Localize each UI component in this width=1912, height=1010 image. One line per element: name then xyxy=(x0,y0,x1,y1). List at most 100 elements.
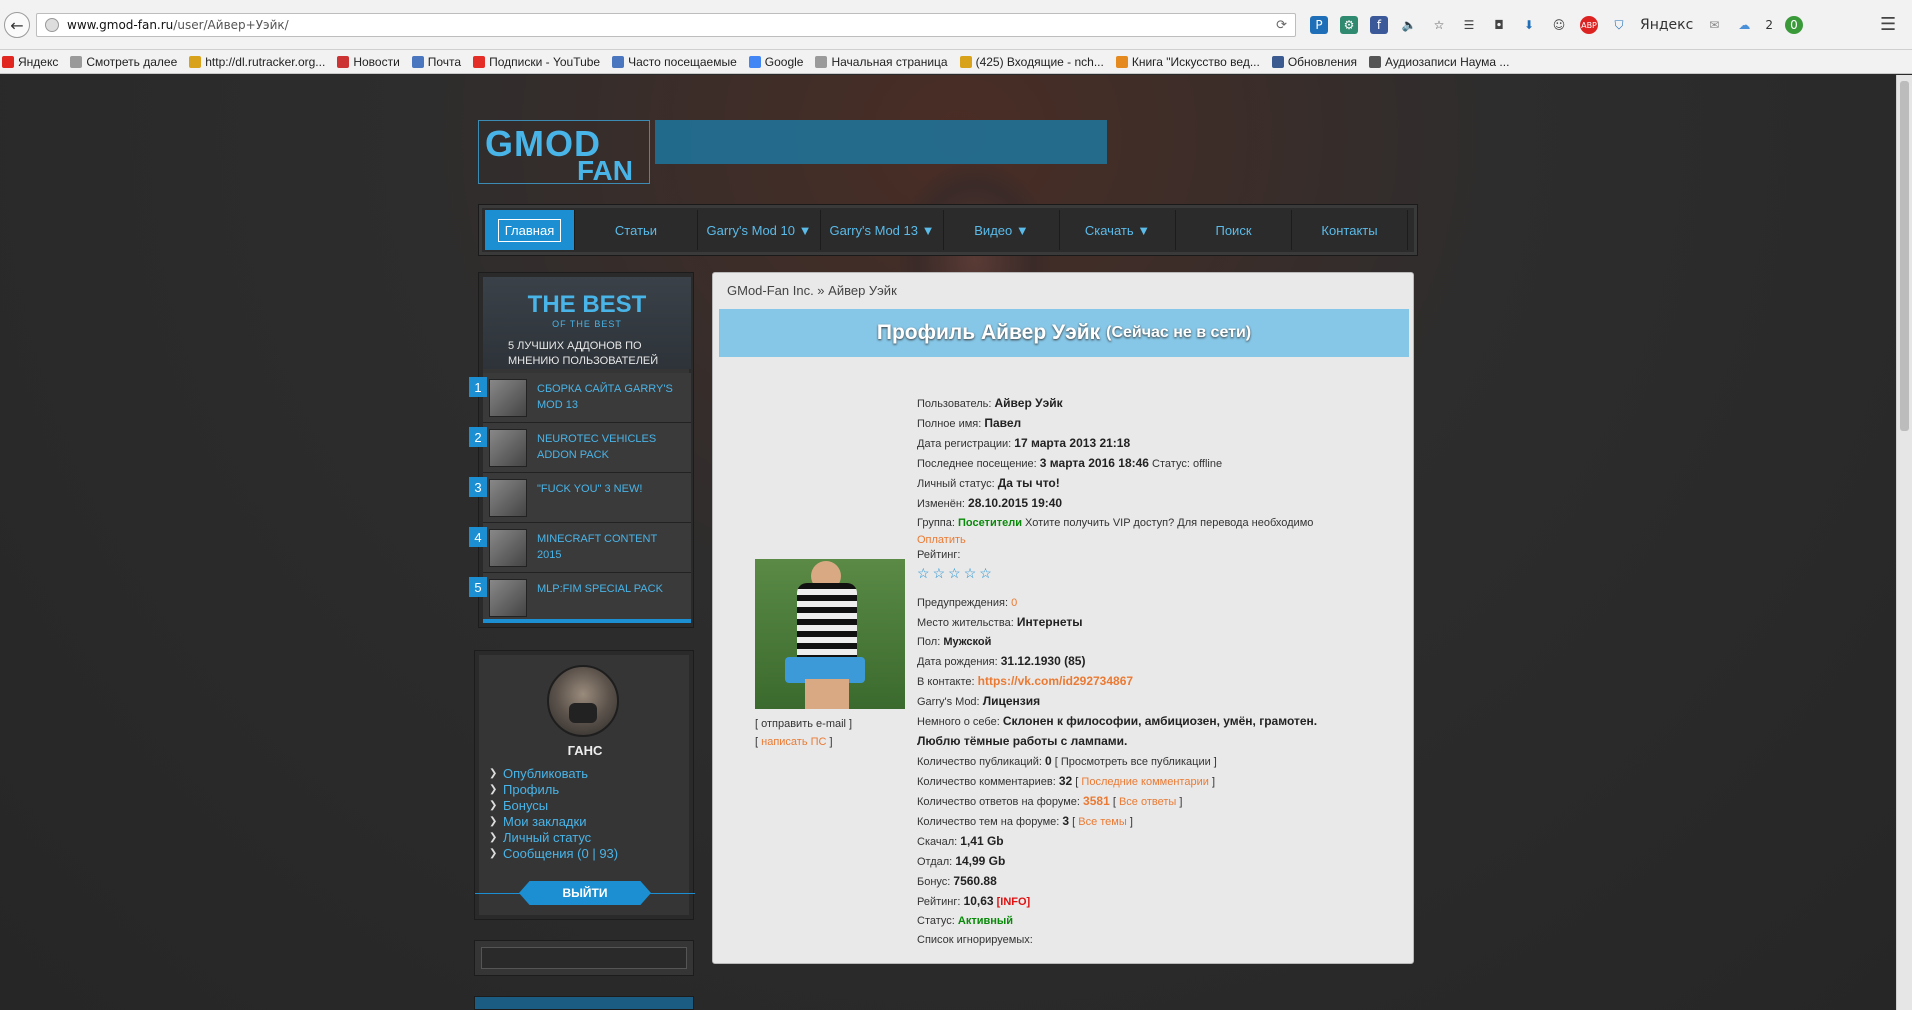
write-pm-link[interactable]: написать ПС xyxy=(761,736,826,748)
user-menu-item[interactable]: ❯ Сообщения (0 | 93) xyxy=(489,845,618,861)
save-icon[interactable]: ◘ xyxy=(1490,16,1508,34)
sidebar-search-input[interactable] xyxy=(481,947,687,969)
profile-photo[interactable] xyxy=(755,559,905,709)
addon-title[interactable]: MLP:FiM Special Pack xyxy=(537,581,682,597)
address-bar[interactable]: www.gmod-fan.ru /user/Айвер+Уэйк/ ⟳ xyxy=(36,13,1296,37)
menu-icon[interactable]: ☰ xyxy=(1880,14,1896,35)
bookmark-item[interactable]: Книга "Искусство вед... xyxy=(1115,55,1260,69)
star-icon[interactable]: ☆ xyxy=(964,565,977,582)
reload-icon[interactable]: ⟳ xyxy=(1276,18,1287,33)
bookmark-item[interactable]: Аудиозаписи Наума ... xyxy=(1368,55,1509,69)
logout-button[interactable]: ВЫЙТИ xyxy=(519,881,651,905)
site-logo[interactable]: GMOD FAN xyxy=(478,120,650,186)
changed-label: Изменён: xyxy=(917,498,965,510)
pay-link[interactable]: Оплатить xyxy=(917,533,1397,548)
addon-title[interactable]: Сборка сайта Garry's Mod 13 xyxy=(537,381,682,413)
star-icon[interactable]: ☆ xyxy=(1430,16,1448,34)
answers-value[interactable]: 3581 xyxy=(1083,794,1110,808)
chat-icon[interactable]: ☺ xyxy=(1550,16,1568,34)
nav-item[interactable]: Скачать ▼ xyxy=(1060,210,1176,250)
bookmark-item[interactable]: (425) Входящие - nch... xyxy=(959,55,1104,69)
back-icon[interactable]: ← xyxy=(4,12,30,38)
comments-link[interactable]: Последние комментарии xyxy=(1081,776,1208,788)
star-icon[interactable]: ☆ xyxy=(933,565,946,582)
reader-icon[interactable]: ☰ xyxy=(1460,16,1478,34)
nav-item[interactable]: Статьи xyxy=(575,210,698,250)
addon-title[interactable]: Neurotec Vehicles Addon Pack xyxy=(537,431,682,463)
status-inline-value: offline xyxy=(1192,458,1223,470)
shield-icon[interactable]: ⛉ xyxy=(1610,16,1628,34)
bookmark-item[interactable]: Обновления xyxy=(1271,55,1357,69)
best-list-item[interactable]: 3 "Fuck You" 3 New! xyxy=(469,473,691,523)
avatar[interactable] xyxy=(547,665,619,737)
mail-icon[interactable]: ✉ xyxy=(1705,16,1723,34)
addon-thumbnail[interactable] xyxy=(489,579,527,617)
birth-label: Дата рождения: xyxy=(917,656,998,668)
bookmark-label: Яндекс xyxy=(18,54,59,69)
topics-bracket-open: [ xyxy=(1072,816,1076,828)
cloud-icon[interactable]: ☁ xyxy=(1735,16,1753,34)
best-list-item[interactable]: 2 Neurotec Vehicles Addon Pack xyxy=(469,423,691,473)
row-uploaded: Отдал: 14,99 Gb xyxy=(917,852,1397,872)
row-rating: Рейтинг: 10,63 [INFO] xyxy=(917,892,1397,912)
user-menu-item[interactable]: ❯ Опубликовать xyxy=(489,765,618,781)
sound-icon[interactable]: 🔈 xyxy=(1400,16,1418,34)
status-icon[interactable]: 0 xyxy=(1784,16,1803,34)
scrollbar-thumb[interactable] xyxy=(1900,81,1909,431)
warn-value[interactable]: 0 xyxy=(1011,597,1017,609)
pocket-icon[interactable]: P xyxy=(1310,16,1328,34)
facebook-icon[interactable]: f xyxy=(1370,16,1388,34)
nav-item[interactable]: Поиск xyxy=(1176,210,1292,250)
user-menu-item[interactable]: ❯ Бонусы xyxy=(489,797,618,813)
best-list-item[interactable]: 4 Minecraft Content 2015 xyxy=(469,523,691,573)
star-icon[interactable]: ☆ xyxy=(948,565,961,582)
star-icon[interactable]: ☆ xyxy=(979,565,992,582)
breadcrumb[interactable]: GMod-Fan Inc. » Айвер Уэйк xyxy=(727,283,897,298)
nav-item[interactable]: Garry's Mod 13 ▼ xyxy=(821,210,944,250)
bookmark-favicon-icon xyxy=(189,55,202,68)
vk-link[interactable]: https://vk.com/id292734867 xyxy=(978,674,1133,688)
best-list-item[interactable]: 5 MLP:FiM Special Pack xyxy=(469,573,691,623)
user-menu-item[interactable]: ❯ Личный статус xyxy=(489,829,618,845)
addon-thumbnail[interactable] xyxy=(489,479,527,517)
bookmark-item[interactable]: Новости xyxy=(337,55,400,69)
pubs-link[interactable]: [ Просмотреть все публикации ] xyxy=(1055,756,1217,768)
addon-thumbnail[interactable] xyxy=(489,379,527,417)
row-user: Пользователь: Айвер Уэйк xyxy=(917,394,1397,414)
send-email-link[interactable]: [ отправить e-mail ] xyxy=(755,715,852,733)
write-pm-bracket-open: [ xyxy=(755,736,759,748)
nav-item[interactable]: Видео ▼ xyxy=(944,210,1060,250)
rating-info-link[interactable]: [INFO] xyxy=(997,896,1031,908)
nav-item[interactable]: Главная xyxy=(485,210,575,250)
answers-link[interactable]: Все ответы xyxy=(1119,796,1176,808)
bookmark-item[interactable]: Начальная страница xyxy=(815,55,948,69)
addon-title[interactable]: Minecraft Content 2015 xyxy=(537,531,682,563)
bookmark-item[interactable]: Часто посещаемые xyxy=(612,55,737,69)
addon-thumbnail[interactable] xyxy=(489,429,527,467)
topics-link[interactable]: Все темы xyxy=(1078,816,1127,828)
bookmark-item[interactable]: Google xyxy=(748,55,803,69)
bookmark-item[interactable]: Почта xyxy=(411,55,461,69)
user-menu-item[interactable]: ❯ Мои закладки xyxy=(489,813,618,829)
addon-thumbnail[interactable] xyxy=(489,529,527,567)
settings-icon[interactable]: ⚙ xyxy=(1340,16,1358,34)
page-scrollbar[interactable] xyxy=(1896,75,1912,1010)
download-icon[interactable]: ⬇ xyxy=(1520,16,1538,34)
yandex-label[interactable]: Яндекс xyxy=(1640,17,1693,33)
personal-value: Да ты что! xyxy=(997,476,1060,490)
bookmark-item[interactable]: Яндекс xyxy=(2,55,58,69)
bookmark-item[interactable]: Подписки - YouTube xyxy=(473,55,600,69)
star-icon[interactable]: ☆ xyxy=(917,565,930,582)
rank-badge: 5 xyxy=(469,577,487,597)
addon-title[interactable]: "Fuck You" 3 New! xyxy=(537,481,682,497)
nav-item[interactable]: Garry's Mod 10 ▼ xyxy=(698,210,821,250)
profile-info: Пользователь: Айвер Уэйк Полное имя: Пав… xyxy=(917,394,1397,950)
user-menu-item[interactable]: ❯ Профиль xyxy=(489,781,618,797)
bookmark-item[interactable]: http://dl.rutracker.org... xyxy=(189,55,325,69)
last-label: Последнее посещение: xyxy=(917,458,1037,470)
bookmark-item[interactable]: Смотреть далее xyxy=(70,55,177,69)
nav-item[interactable]: Контакты xyxy=(1292,210,1408,250)
best-list-item[interactable]: 1 Сборка сайта Garry's Mod 13 xyxy=(469,373,691,423)
site-identity-icon[interactable] xyxy=(45,18,59,32)
adblock-icon[interactable]: ABP xyxy=(1580,16,1598,34)
